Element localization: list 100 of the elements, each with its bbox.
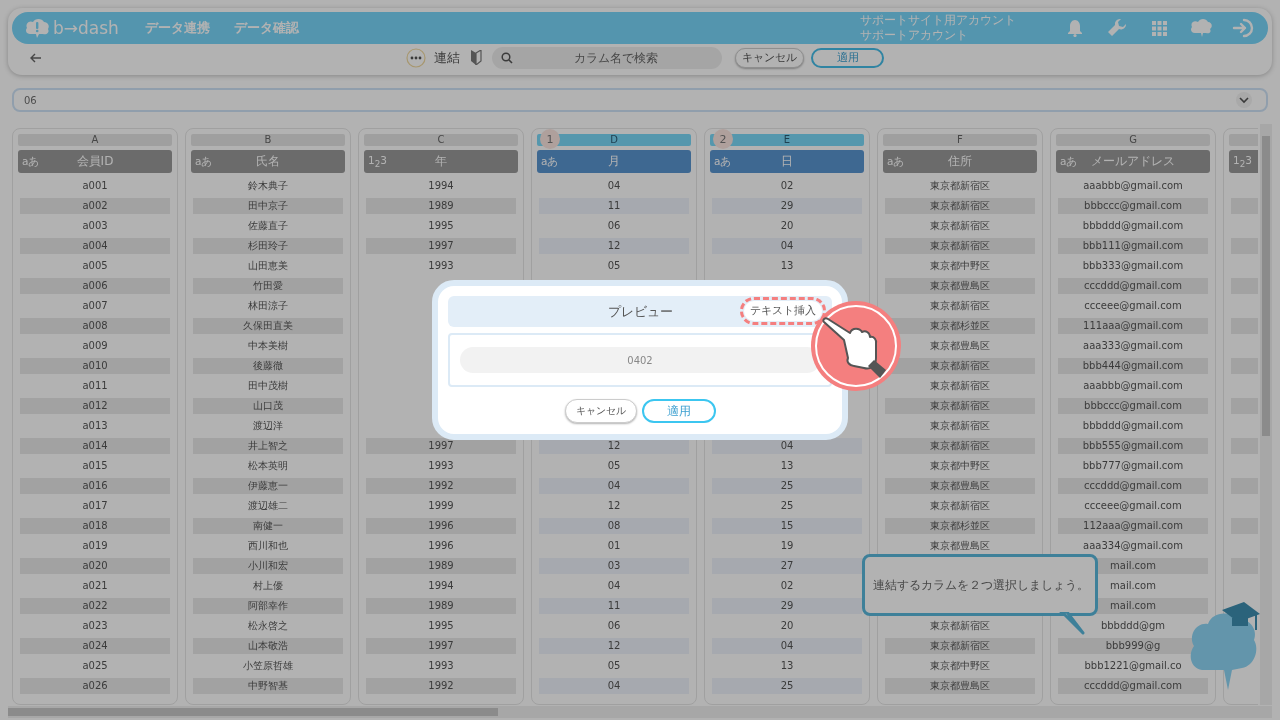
cell-text: 20 <box>780 620 794 631</box>
cell-text: a021 <box>82 580 108 591</box>
horizontal-scrollbar[interactable] <box>8 706 1272 718</box>
column-header[interactable]: aあ 住所 <box>883 150 1037 173</box>
cell-text: 06 <box>607 620 621 631</box>
column-header[interactable]: aあ メールアドレス <box>1056 150 1210 173</box>
cell-text: 阿部幸作 <box>248 600 288 611</box>
column-letter[interactable]: F <box>883 134 1037 146</box>
cell-text: 29 <box>780 200 794 211</box>
logo-text: b→dash <box>53 18 119 38</box>
back-arrow-icon[interactable] <box>30 52 42 63</box>
column-header[interactable]: 1$_{2}$3 年 <box>364 150 518 173</box>
cell-text: a012 <box>82 400 108 411</box>
select-field[interactable]: 06 <box>12 88 1268 112</box>
cell-text: a010 <box>82 360 108 371</box>
cell-text: a024 <box>82 640 108 651</box>
cell-text: a011 <box>82 380 108 391</box>
cell-text: 1989 <box>428 200 454 211</box>
cell-text: 東京都新宿区 <box>930 200 990 211</box>
cell-text: 12 <box>607 440 621 451</box>
tip-bubble: 連結するカラムを２つ選択しましょう。 <box>862 554 1098 616</box>
column-letter[interactable]: A <box>18 134 172 146</box>
search-icon <box>501 51 513 64</box>
cancel-button[interactable]: キャンセル <box>735 47 804 68</box>
cell-text: a007 <box>82 300 108 311</box>
cell-text: aaa334@gmail.com <box>1083 540 1183 551</box>
cell-text: 04 <box>607 180 621 191</box>
column-letter[interactable]: G <box>1056 134 1210 146</box>
cell-text: 1997 <box>428 240 454 251</box>
cell-text: 04 <box>780 440 794 451</box>
cell-text: 松本英明 <box>248 460 288 471</box>
sign-in-icon[interactable] <box>1232 18 1254 38</box>
column-header[interactable]: aあ 氏名 <box>191 150 345 173</box>
type-label: 1$_{2}$3 <box>368 153 387 170</box>
cell-text: a003 <box>82 220 108 231</box>
cell-text: 06 <box>607 220 621 231</box>
cancel-button[interactable]: キャンセル <box>564 399 637 423</box>
cell-text: 12 <box>607 500 621 511</box>
cell-text: a019 <box>82 540 108 551</box>
cell-text: a001 <box>82 180 108 191</box>
cell-text: bbb111@gmail.com <box>1082 240 1184 251</box>
cell-text: 1997 <box>428 440 454 451</box>
cell-text: 20 <box>780 220 794 231</box>
column-letter[interactable]: C <box>364 134 518 146</box>
cell-text: mail.com <box>1110 580 1156 591</box>
column-header[interactable]: 1$_{2}$3 <box>1229 150 1258 173</box>
cell-text: 東京都新宿区 <box>930 380 990 391</box>
column-header[interactable]: aあ 月 <box>537 150 691 173</box>
cell-text: 山本敬浩 <box>248 640 288 651</box>
cell-text: 村上優 <box>253 580 283 591</box>
scrollbar-thumb[interactable] <box>8 708 498 716</box>
cell-text: 04 <box>780 240 794 251</box>
cell-text: a020 <box>82 560 108 571</box>
cell-text: ccceee@gmail.com <box>1084 500 1182 511</box>
cell-text: 中本美樹 <box>248 340 288 351</box>
column-letter[interactable]: B <box>191 134 345 146</box>
cell-text: 13 <box>780 260 794 271</box>
cell-text: 111aaa@gmail.com <box>1083 320 1183 331</box>
cell-text: 04 <box>780 640 794 651</box>
cell-text: 東京都新宿区 <box>930 180 990 191</box>
column-name: 年 <box>435 153 447 170</box>
cell-text: ccceee@gmail.com <box>1084 300 1182 311</box>
apps-grid-icon[interactable] <box>1151 20 1167 36</box>
cell-text: 小笠原哲雄 <box>243 660 293 671</box>
cell-text: 1989 <box>428 600 454 611</box>
logo-icon <box>24 17 50 39</box>
cell-text: aaa333@gmail.com <box>1083 340 1183 351</box>
cell-text: bbb999@g <box>1105 640 1161 651</box>
scrollbar-thumb[interactable] <box>1262 136 1270 436</box>
cell-text: 東京都豊島区 <box>930 280 990 291</box>
cell-text: bbbddd@gmail.com <box>1082 220 1184 231</box>
cell-text: 東京都豊島区 <box>930 480 990 491</box>
cell-text: a004 <box>82 240 108 251</box>
vertical-scrollbar[interactable] <box>1260 124 1272 705</box>
column-header[interactable]: aあ 日 <box>710 150 864 173</box>
cell-text: 1999 <box>428 500 454 511</box>
column-header[interactable]: aあ 会員ID <box>18 150 172 173</box>
beginner-mark-icon <box>470 50 482 65</box>
cell-text: 15 <box>780 520 794 531</box>
apply-button[interactable]: 適用 <box>641 399 716 423</box>
cloud-icon[interactable] <box>1190 18 1212 38</box>
bell-icon[interactable] <box>1067 19 1083 37</box>
cell-text: a016 <box>82 480 108 491</box>
cell-text: 井上智之 <box>248 440 288 451</box>
cell-text: 1993 <box>428 660 454 671</box>
cell-text: 東京都新宿区 <box>930 240 990 251</box>
page-title: 連結 <box>434 48 460 67</box>
cell-text: a026 <box>82 680 108 691</box>
cell-text: 竹田愛 <box>253 280 283 291</box>
cell-text: 田中京子 <box>248 200 288 211</box>
apply-button[interactable]: 適用 <box>811 47 884 68</box>
cell-text: 東京都新宿区 <box>930 400 990 411</box>
search-field[interactable]: カラム名で検索 <box>492 46 722 69</box>
type-label: aあ <box>887 154 905 169</box>
cell-text: 西川和也 <box>248 540 288 551</box>
cell-text: 後藤徹 <box>253 360 283 371</box>
cell-text: 04 <box>607 480 621 491</box>
wrench-icon[interactable] <box>1107 18 1127 38</box>
cell-text: 12 <box>607 640 621 651</box>
cell-text: 中野智基 <box>248 680 288 691</box>
